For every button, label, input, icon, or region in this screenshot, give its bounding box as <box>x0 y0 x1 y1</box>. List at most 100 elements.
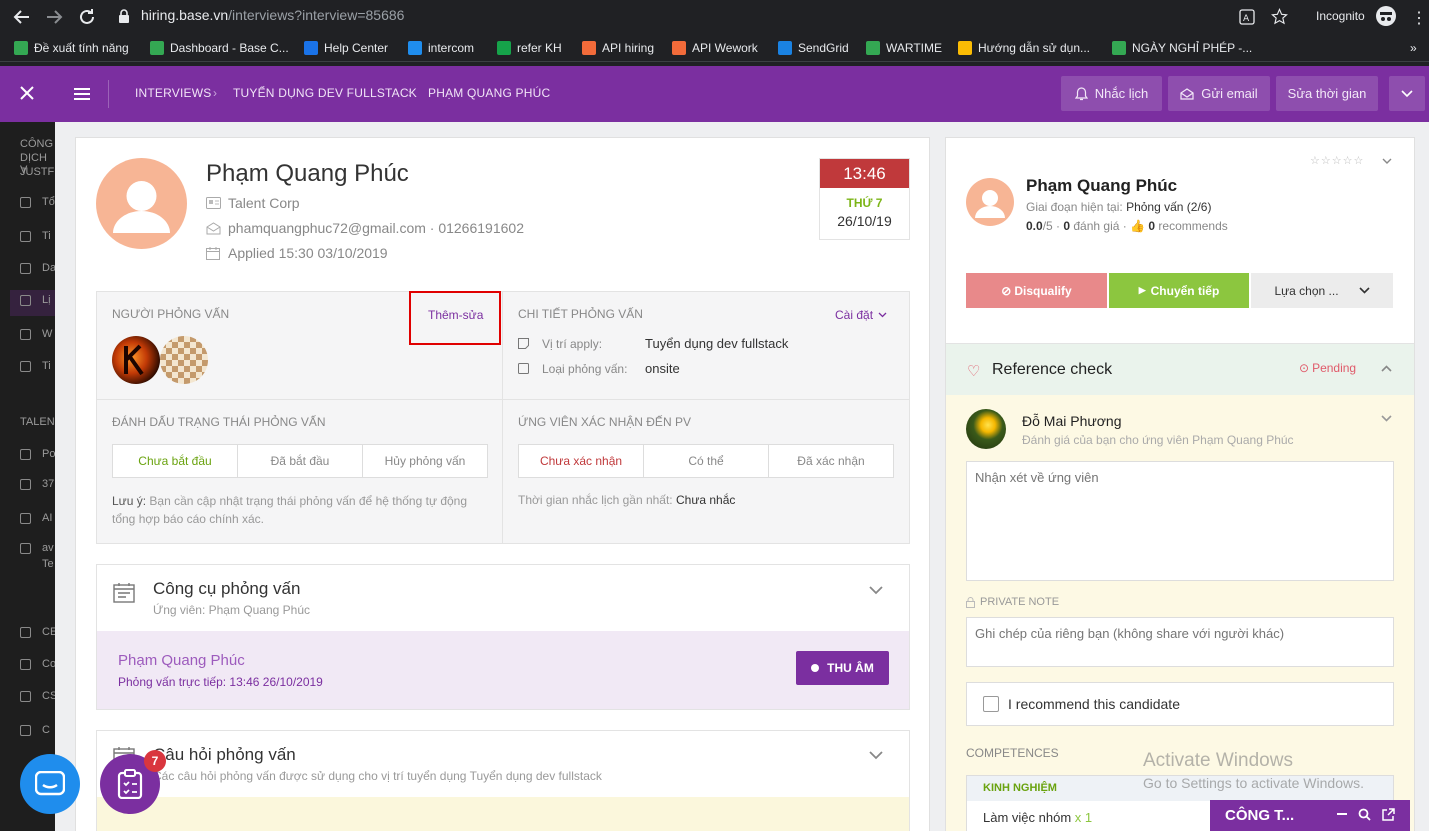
sidebar-item-label[interactable]: Po <box>42 448 55 460</box>
reference-header[interactable]: ♡ Reference check ⊙ Pending <box>946 343 1414 395</box>
mail-icon <box>1180 87 1194 100</box>
settings-dropdown[interactable]: Cài đặt <box>835 308 887 322</box>
status-tab-started[interactable]: Đã bắt đầu <box>238 445 363 477</box>
sidebar-item-label[interactable]: Ti <box>42 360 51 372</box>
sidebar-item-icon <box>20 231 31 242</box>
send-email-button[interactable]: Gửi email <box>1168 76 1270 111</box>
menu-dots-icon[interactable]: ⋮ <box>1411 8 1427 28</box>
back-icon[interactable] <box>10 5 34 29</box>
bookmark-item[interactable]: API hiring <box>582 40 654 56</box>
sidebar-item-label[interactable]: Tổ <box>42 196 55 208</box>
sidebar-item-label[interactable]: TALEN <box>20 416 55 428</box>
chevron-down-icon[interactable] <box>869 586 883 595</box>
bell-icon <box>1074 86 1088 101</box>
private-note-text: PRIVATE NOTE <box>980 596 1060 608</box>
breadcrumb-interviews[interactable]: INTERVIEWS <box>135 86 211 100</box>
incognito-icon[interactable] <box>1375 5 1397 27</box>
chevron-down-icon[interactable] <box>1381 415 1392 422</box>
comment-textarea[interactable] <box>966 461 1394 581</box>
sidebar-item-label[interactable]: 37 <box>42 478 54 490</box>
header-divider <box>108 80 109 108</box>
confirm-tab-confirmed[interactable]: Đã xác nhận <box>769 445 893 477</box>
candidate-contact[interactable]: phamquangphuc72@gmail.com · 01266191602 <box>228 220 524 236</box>
status-tab-cancelled[interactable]: Hủy phỏng vấn <box>363 445 487 477</box>
sidebar-item-label[interactable]: C <box>42 724 50 736</box>
disqualify-label: Disqualify <box>1014 283 1072 298</box>
choose-dropdown[interactable]: Lựa chọn ... <box>1251 273 1393 308</box>
status-tabs: Chưa bắt đầu Đã bắt đầu Hủy phỏng vấn <box>112 444 488 478</box>
interview-card: Phạm Quang Phúc Talent Corp phamquangphu… <box>75 137 930 831</box>
bookmark-item[interactable]: NGÀY NGHỈ PHÉP -... <box>1112 40 1252 56</box>
interviewer-avatar[interactable] <box>160 336 208 384</box>
avatar <box>96 158 187 249</box>
sidebar-item-label[interactable]: Ti <box>42 230 51 242</box>
more-dropdown-button[interactable] <box>1389 76 1425 111</box>
bookmark-label: Dashboard - Base C... <box>170 41 289 55</box>
close-icon[interactable] <box>19 85 35 101</box>
edit-time-button[interactable]: Sửa thời gian <box>1276 76 1378 111</box>
sidebar-item-label[interactable]: CÔNG <box>20 138 53 150</box>
bookmark-item[interactable]: Help Center <box>304 40 388 56</box>
applied-date: Applied 15:30 03/10/2019 <box>228 245 388 261</box>
bookmark-label: API Wework <box>692 41 758 55</box>
interviewer-avatar[interactable] <box>112 336 160 384</box>
sidebar-item-label[interactable]: Co <box>42 658 56 670</box>
chat-window-bar[interactable]: CÔNG T... <box>1210 800 1410 831</box>
left-sidebar: CÔNG DỊCH V JUSTF Tổ Ti Da Lị W Ti TALEN Po 37 AI av T… <box>0 122 57 831</box>
edit-interviewers-link[interactable]: Thêm-sửa <box>428 308 483 322</box>
schedule-date: 26/10/19 <box>837 213 892 229</box>
reload-icon[interactable] <box>75 5 99 29</box>
sidebar-item-icon <box>20 329 31 340</box>
bookmark-item[interactable]: Đề xuất tính năng <box>14 40 129 56</box>
recommend-checkbox[interactable] <box>983 696 999 712</box>
forward-icon[interactable] <box>42 5 66 29</box>
search-icon[interactable] <box>1358 808 1371 821</box>
expand-icon[interactable] <box>1382 808 1395 821</box>
disqualify-button[interactable]: ⊘ Disqualify <box>966 273 1107 308</box>
sidebar-item-label[interactable]: Te <box>42 558 54 570</box>
chat-window-title: CÔNG T... <box>1225 807 1295 824</box>
sidebar-item-label[interactable]: AI <box>42 512 52 524</box>
bookmarks-overflow-icon[interactable]: » <box>1410 40 1417 56</box>
questions-section: Câu hỏi phỏng vấn Các câu hỏi phỏng vấn … <box>96 730 910 831</box>
bookmark-item[interactable]: Dashboard - Base C... <box>150 40 289 56</box>
sidebar-item-label[interactable]: Lị <box>42 294 51 306</box>
minimize-icon[interactable] <box>1336 808 1348 820</box>
bookmark-favicon-icon <box>150 41 164 55</box>
status-tab-not-started[interactable]: Chưa bắt đầu <box>113 445 238 477</box>
recording-meta: Phỏng vấn trực tiếp: 13:46 26/10/2019 <box>118 675 323 689</box>
url-host: hiring.base.vn <box>141 7 229 23</box>
bookmark-item[interactable]: WARTIME <box>866 40 942 56</box>
translate-icon[interactable]: A <box>1239 9 1255 25</box>
star-icon[interactable] <box>1271 8 1288 25</box>
type-label: Loại phỏng vấn: <box>542 362 628 376</box>
chevron-up-icon[interactable] <box>1381 365 1392 372</box>
confirm-tab-maybe[interactable]: Có thể <box>644 445 769 477</box>
bookmark-item[interactable]: API Wework <box>672 40 758 56</box>
record-button[interactable]: THU ÂM <box>796 651 889 685</box>
forward-button[interactable]: ▶ Chuyển tiếp <box>1109 273 1249 308</box>
bookmark-item[interactable]: intercom <box>408 40 474 56</box>
recommend-checkbox-row[interactable]: I recommend this candidate <box>966 682 1394 726</box>
play-icon: ▶ <box>1138 285 1146 295</box>
chat-launcher-button[interactable] <box>20 754 80 814</box>
bookmark-item[interactable]: Hướng dẫn sử dụn... <box>958 40 1090 56</box>
company-icon <box>206 197 221 209</box>
address-bar[interactable]: hiring.base.vn/interviews?interview=8568… <box>141 7 404 23</box>
bookmark-item[interactable]: refer KH <box>497 40 562 56</box>
confirm-tab-unconfirmed[interactable]: Chưa xác nhận <box>519 445 644 477</box>
recommend-checkbox-label: I recommend this candidate <box>1008 696 1180 712</box>
sidebar-item-label[interactable]: W <box>42 328 52 340</box>
breadcrumb-job[interactable]: TUYỂN DỤNG DEV FULLSTACK <box>233 86 417 100</box>
remind-button[interactable]: Nhắc lịch <box>1061 76 1162 111</box>
lock-icon <box>966 596 975 608</box>
menu-icon[interactable] <box>74 87 90 101</box>
sidebar-item-label[interactable]: av <box>42 542 54 554</box>
sidebar-item-label[interactable]: JUSTF <box>20 166 54 178</box>
chevron-down-icon[interactable] <box>869 751 883 760</box>
chevron-down-icon[interactable] <box>1382 158 1392 165</box>
sidebar-item-label[interactable]: Da <box>42 262 56 274</box>
private-note-textarea[interactable] <box>966 617 1394 667</box>
rating-stars[interactable]: ☆☆☆☆☆ <box>1310 154 1364 167</box>
bookmark-item[interactable]: SendGrid <box>778 40 849 56</box>
